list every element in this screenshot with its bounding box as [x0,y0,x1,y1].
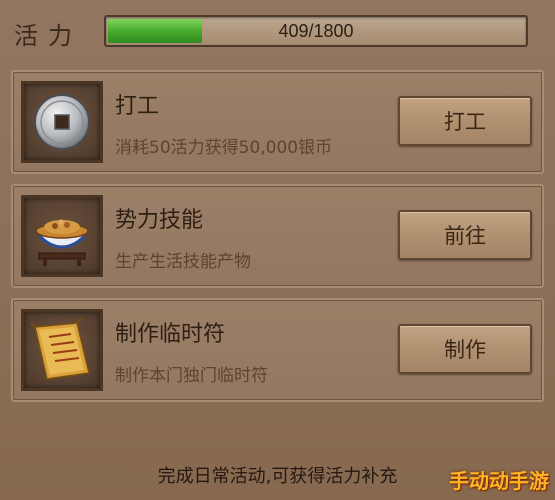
task-card-work: 打工 消耗50活力获得50,000银币 打工 [11,70,544,174]
work-button[interactable]: 打工 [398,96,532,146]
task-icon-frame [21,81,103,163]
vitality-value: 409/1800 [278,20,354,41]
task-card-talisman: 制作临时符 制作本门独门临时符 制作 [11,298,544,402]
vitality-label: 活力 [14,22,82,50]
talisman-scroll-icon [30,317,90,380]
vitality-progress-bar: 409/1800 [104,15,528,47]
task-description: 消耗50活力获得50,000银币 [115,138,333,158]
task-icon-frame [21,195,103,277]
vitality-panel: 活力 409/1800 打工 消耗50活力获得50,000银币 打工 势力技能 … [0,0,555,500]
task-icon-frame [21,309,103,391]
task-card-faction-skill: 势力技能 生产生活技能产物 前往 [11,184,544,288]
food-bowl-icon [33,219,91,266]
site-watermark: 手动动手游 [449,469,549,493]
go-button[interactable]: 前往 [398,210,532,260]
task-title: 打工 [115,94,160,119]
craft-button[interactable]: 制作 [398,324,532,374]
task-title: 制作临时符 [115,322,226,347]
silver-coin-icon [34,94,90,150]
task-description: 生产生活技能产物 [115,252,251,272]
task-description: 制作本门独门临时符 [115,366,268,386]
task-title: 势力技能 [115,208,204,233]
